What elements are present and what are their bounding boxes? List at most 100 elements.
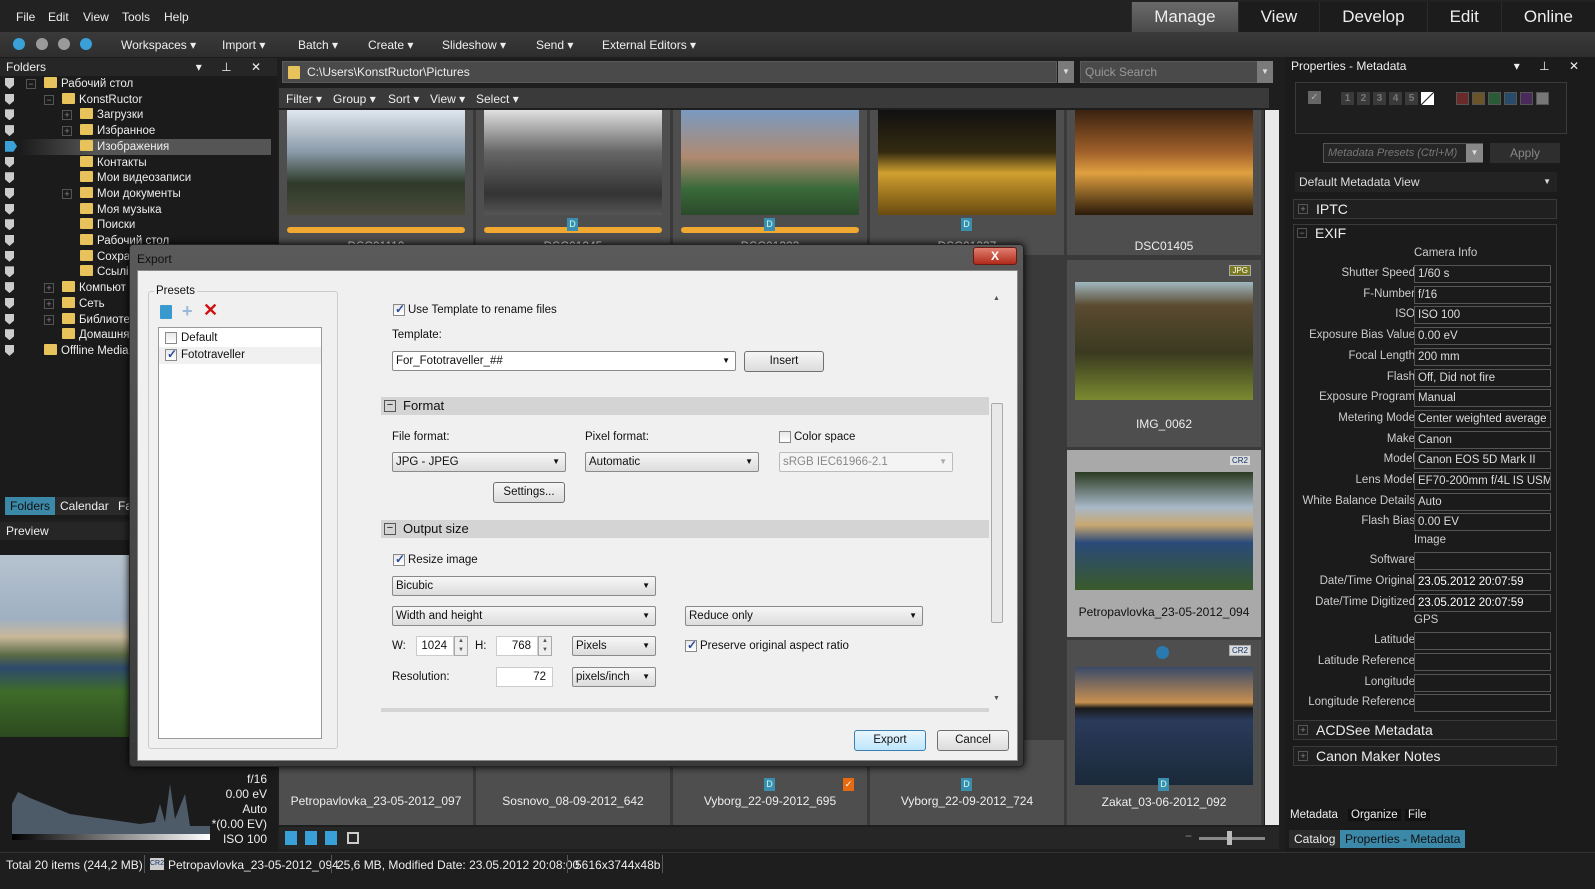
pixel-format-select[interactable]: Automatic <box>585 452 759 472</box>
pin-icon[interactable] <box>5 297 14 309</box>
folder-tree-item[interactable]: Домашня <box>62 327 129 343</box>
metadata-value-field[interactable] <box>1414 552 1551 571</box>
menu-edit[interactable]: Edit <box>48 10 69 24</box>
folder-tree-item[interactable]: Контакты <box>80 155 147 171</box>
preset-default-checkbox[interactable] <box>165 332 177 344</box>
thumbnail-item[interactable]: JPG IMG_0062 <box>1067 260 1261 447</box>
mode-manage[interactable]: Manage <box>1131 2 1238 32</box>
insert-button[interactable]: Insert <box>744 351 824 372</box>
metadata-value-field[interactable]: Auto <box>1414 492 1551 511</box>
expand-icon[interactable]: + <box>44 298 54 309</box>
size-units-select[interactable]: Pixels <box>572 636 656 656</box>
mode-edit[interactable]: Edit <box>1426 2 1501 32</box>
search-dropdown[interactable]: ▼ <box>1257 61 1273 83</box>
metadata-value-field[interactable]: EF70-200mm f/4L IS USM <box>1414 472 1551 490</box>
thumb-size-slider-handle[interactable] <box>1227 831 1232 845</box>
pin-icon[interactable] <box>5 235 14 246</box>
preserve-aspect-checkbox[interactable] <box>685 638 697 652</box>
thumbnail-image[interactable] <box>287 110 465 215</box>
clear-rating-icon[interactable] <box>1421 92 1434 105</box>
toolbar-workspaces[interactable]: Workspaces ▾ <box>121 38 196 52</box>
thumbnail-item[interactable]: DSC01405 <box>1067 110 1261 255</box>
color-label-swatch[interactable] <box>1456 92 1469 105</box>
folder-tree-item[interactable]: − KonstRuctor <box>44 92 142 108</box>
folder-tree-item[interactable]: + Компьют <box>44 280 126 296</box>
save-preset-icon[interactable] <box>160 305 172 319</box>
color-space-checkbox[interactable] <box>779 431 791 443</box>
metadata-value-field[interactable] <box>1414 673 1551 692</box>
tab-catalog[interactable]: Catalog <box>1289 830 1341 848</box>
metadata-value-field[interactable]: ISO 100 <box>1414 306 1551 325</box>
metadata-value-field[interactable]: Canon EOS 5D Mark II <box>1414 451 1551 470</box>
expand-icon[interactable]: + <box>62 110 72 121</box>
tagged-checkmark-icon[interactable]: ✓ <box>843 778 854 791</box>
folder-tree-item[interactable]: + Избранное <box>62 123 155 139</box>
pin-icon[interactable] <box>5 187 14 199</box>
folder-tree-item[interactable]: Моя музыка <box>80 202 162 218</box>
menu-help[interactable]: Help <box>164 10 189 24</box>
resolution-input[interactable]: 72 <box>496 667 553 687</box>
dialog-close-button[interactable]: X <box>973 247 1017 265</box>
filter-menu[interactable]: Filter ▾ <box>286 92 322 106</box>
metadata-value-field[interactable]: 200 mm <box>1414 347 1551 366</box>
folder-tree-item[interactable]: Сохра <box>80 249 130 265</box>
folder-tree-item[interactable]: + Мои документы <box>62 186 181 202</box>
apply-button[interactable]: Apply <box>1490 143 1560 163</box>
select-menu[interactable]: Select ▾ <box>476 92 519 106</box>
subtab-metadata[interactable]: Metadata <box>1290 809 1338 821</box>
tag-checkbox[interactable]: ✓ <box>1308 91 1321 104</box>
path-dropdown[interactable]: ▼ <box>1058 61 1074 83</box>
thumbnail-image[interactable] <box>1075 110 1253 215</box>
tab-calendar[interactable]: Calendar <box>55 497 114 515</box>
resample-select[interactable]: Bicubic <box>392 576 656 596</box>
forward-icon[interactable] <box>58 38 70 50</box>
mode-online[interactable]: Online <box>1500 2 1595 32</box>
pin-icon[interactable] <box>5 250 14 262</box>
resize-limit-select[interactable]: Reduce only <box>685 606 923 626</box>
pin-icon[interactable] <box>5 140 17 152</box>
resize-mode-select[interactable]: Width and height <box>392 606 656 626</box>
metadata-value-field[interactable]: f/16 <box>1414 285 1551 304</box>
rating-3-button[interactable]: 3 <box>1373 92 1386 105</box>
thumb-size-slider[interactable] <box>1199 837 1265 840</box>
pin-icon[interactable] <box>5 109 14 121</box>
pin-icon[interactable] <box>5 172 14 184</box>
mode-view[interactable]: View <box>1237 2 1320 32</box>
collapse-icon[interactable]: − <box>44 94 54 105</box>
thumbnail-image[interactable] <box>681 110 859 215</box>
thumbnail-image[interactable] <box>878 110 1056 215</box>
metadata-value-field[interactable]: 23.05.2012 20:07:59 <box>1414 593 1551 612</box>
quick-search-input[interactable]: Quick Search <box>1080 61 1263 83</box>
width-spinner[interactable]: ▲ ▼ <box>454 636 468 656</box>
pin-icon[interactable] <box>5 313 14 325</box>
expand-icon[interactable]: + <box>62 188 72 199</box>
metadata-value-field[interactable]: Off, Did not fire <box>1414 368 1551 387</box>
delete-preset-icon[interactable]: ✕ <box>203 300 218 321</box>
metadata-value-field[interactable]: Manual <box>1414 389 1551 408</box>
section-canon-maker-notes[interactable]: + Canon Maker Notes <box>1293 746 1557 766</box>
sort-menu[interactable]: Sort ▾ <box>388 92 419 106</box>
up-icon[interactable] <box>80 38 92 50</box>
width-input[interactable]: 1024 <box>416 636 454 656</box>
color-label-swatch[interactable] <box>1472 92 1485 105</box>
thumbnail-item[interactable]: DSC01110 <box>279 110 473 255</box>
toolbar-send[interactable]: Send ▾ <box>536 38 573 52</box>
thumbnail-image[interactable] <box>1075 472 1253 590</box>
use-template-checkbox[interactable] <box>393 302 405 316</box>
rating-5-button[interactable]: 5 <box>1405 92 1418 105</box>
thumbnail-image[interactable] <box>1075 282 1253 400</box>
panel-controls[interactable]: ▾ ⊥ ✕ <box>196 58 269 76</box>
expand-icon[interactable]: + <box>44 283 54 294</box>
scrollbar-thumb[interactable] <box>991 403 1003 623</box>
toolbar-external-editors[interactable]: External Editors ▾ <box>602 38 696 52</box>
metadata-value-field[interactable] <box>1414 652 1551 671</box>
pin-icon[interactable] <box>5 219 14 231</box>
template-combo[interactable]: For_Fototraveller_## <box>392 351 736 371</box>
section-iptc[interactable]: + IPTC <box>1293 199 1557 219</box>
collapse-icon[interactable]: − <box>26 79 36 89</box>
subtab-file[interactable]: File <box>1405 809 1430 821</box>
metadata-view-select[interactable]: Default Metadata View ▼ <box>1295 172 1557 192</box>
pin-icon[interactable] <box>5 266 14 278</box>
mode-develop[interactable]: Develop <box>1319 2 1427 32</box>
height-spinner[interactable]: ▲ ▼ <box>538 636 552 656</box>
